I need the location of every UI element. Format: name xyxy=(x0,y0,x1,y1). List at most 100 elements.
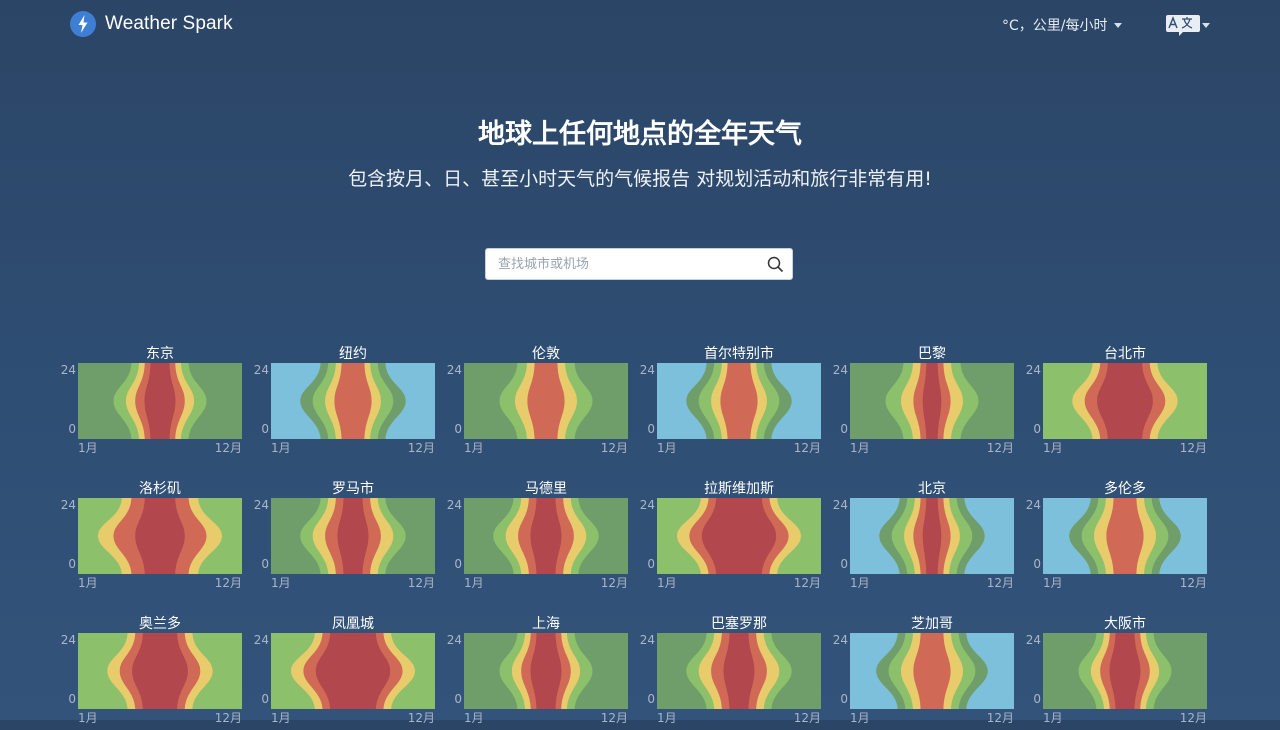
x-axis-end-label: 12月 xyxy=(407,711,435,725)
climate-heatmap xyxy=(850,633,1014,709)
city-name: 奥兰多 xyxy=(139,616,181,632)
y-axis-top-label: 24 xyxy=(1025,633,1041,647)
x-axis-start-label: 1月 xyxy=(657,576,677,590)
city-card[interactable]: 纽约 24 0 1月 12月 xyxy=(249,340,435,460)
x-axis-start-label: 1月 xyxy=(78,576,98,590)
city-card[interactable]: 马德里 24 0 1月 12月 xyxy=(442,475,628,595)
y-axis-bottom-label: 0 xyxy=(1033,692,1041,706)
x-axis-start-label: 1月 xyxy=(271,576,291,590)
x-axis-end-label: 12月 xyxy=(600,441,628,455)
y-axis-bottom-label: 0 xyxy=(1033,557,1041,571)
x-axis-end-label: 12月 xyxy=(600,576,628,590)
page-subtitle: 包含按月、日、甚至小时天气的气候报告 对规划活动和旅行非常有用! xyxy=(348,168,932,190)
climate-heatmap xyxy=(657,633,821,709)
x-axis-start-label: 1月 xyxy=(1043,711,1063,725)
climate-heatmap xyxy=(271,633,435,709)
city-card[interactable]: 北京 24 0 1月 12月 xyxy=(828,475,1014,595)
city-card[interactable]: 大阪市 24 0 1月 12月 xyxy=(1021,610,1207,730)
city-card[interactable]: 台北市 24 0 1月 12月 xyxy=(1021,340,1207,460)
city-card[interactable]: 拉斯维加斯 24 0 1月 12月 xyxy=(635,475,821,595)
city-card[interactable]: 巴塞罗那 24 0 1月 12月 xyxy=(635,610,821,730)
x-axis-end-label: 12月 xyxy=(793,711,821,725)
y-axis-top-label: 24 xyxy=(446,363,462,377)
search-icon[interactable] xyxy=(767,256,784,273)
y-axis-top-label: 24 xyxy=(253,498,269,512)
x-axis-start-label: 1月 xyxy=(78,441,98,455)
x-axis-end-label: 12月 xyxy=(986,576,1014,590)
city-card[interactable]: 罗马市 24 0 1月 12月 xyxy=(249,475,435,595)
x-axis-start-label: 1月 xyxy=(271,711,291,725)
units-dropdown[interactable]: °C，公里/每小时 xyxy=(1002,15,1122,35)
search-box xyxy=(485,248,793,280)
city-card[interactable]: 东京 24 0 1月 12月 xyxy=(56,340,242,460)
logo-text: Weather Spark xyxy=(105,13,233,34)
y-axis-top-label: 24 xyxy=(253,633,269,647)
x-axis-end-label: 12月 xyxy=(214,711,242,725)
y-axis-top-label: 24 xyxy=(639,633,655,647)
lightning-logo-icon xyxy=(70,11,96,37)
climate-heatmap xyxy=(1043,633,1207,709)
y-axis-bottom-label: 0 xyxy=(454,422,462,436)
y-axis-top-label: 24 xyxy=(832,633,848,647)
climate-heatmap xyxy=(464,633,628,709)
city-card[interactable]: 多伦多 24 0 1月 12月 xyxy=(1021,475,1207,595)
city-card[interactable]: 巴黎 24 0 1月 12月 xyxy=(828,340,1014,460)
climate-heatmap xyxy=(850,363,1014,439)
city-card[interactable]: 上海 24 0 1月 12月 xyxy=(442,610,628,730)
x-axis-start-label: 1月 xyxy=(1043,576,1063,590)
units-label: °C，公里/每小时 xyxy=(1002,18,1108,34)
y-axis-top-label: 24 xyxy=(60,633,76,647)
climate-heatmap xyxy=(78,498,242,574)
x-axis-start-label: 1月 xyxy=(78,711,98,725)
x-axis-start-label: 1月 xyxy=(850,441,870,455)
city-card[interactable]: 洛杉矶 24 0 1月 12月 xyxy=(56,475,242,595)
y-axis-bottom-label: 0 xyxy=(261,422,269,436)
y-axis-bottom-label: 0 xyxy=(68,422,76,436)
city-card[interactable]: 凤凰城 24 0 1月 12月 xyxy=(249,610,435,730)
y-axis-bottom-label: 0 xyxy=(647,557,655,571)
x-axis-start-label: 1月 xyxy=(464,576,484,590)
city-card[interactable]: 伦敦 24 0 1月 12月 xyxy=(442,340,628,460)
city-name: 凤凰城 xyxy=(332,616,374,632)
logo-link[interactable]: Weather Spark xyxy=(70,11,233,37)
top-bar: Weather Spark °C，公里/每小时 xyxy=(0,0,1280,48)
city-name: 首尔特别市 xyxy=(704,346,774,362)
city-name: 洛杉矶 xyxy=(139,481,181,497)
translate-icon xyxy=(1166,15,1200,36)
city-card[interactable]: 首尔特别市 24 0 1月 12月 xyxy=(635,340,821,460)
y-axis-top-label: 24 xyxy=(253,363,269,377)
climate-heatmap xyxy=(464,363,628,439)
city-name: 上海 xyxy=(532,616,560,632)
x-axis-start-label: 1月 xyxy=(464,441,484,455)
y-axis-top-label: 24 xyxy=(60,363,76,377)
x-axis-start-label: 1月 xyxy=(1043,441,1063,455)
city-name: 北京 xyxy=(918,481,946,497)
y-axis-bottom-label: 0 xyxy=(840,557,848,571)
x-axis-start-label: 1月 xyxy=(850,576,870,590)
x-axis-end-label: 12月 xyxy=(214,576,242,590)
city-card[interactable]: 奥兰多 24 0 1月 12月 xyxy=(56,610,242,730)
climate-heatmap xyxy=(271,498,435,574)
city-card[interactable]: 芝加哥 24 0 1月 12月 xyxy=(828,610,1014,730)
x-axis-start-label: 1月 xyxy=(850,711,870,725)
y-axis-bottom-label: 0 xyxy=(454,692,462,706)
y-axis-top-label: 24 xyxy=(832,363,848,377)
city-name: 东京 xyxy=(146,346,174,362)
x-axis-end-label: 12月 xyxy=(986,711,1014,725)
search-input[interactable] xyxy=(486,249,768,279)
language-button[interactable] xyxy=(1166,12,1210,38)
y-axis-top-label: 24 xyxy=(639,498,655,512)
x-axis-start-label: 1月 xyxy=(657,441,677,455)
y-axis-bottom-label: 0 xyxy=(840,422,848,436)
city-name: 马德里 xyxy=(525,481,567,497)
city-name: 巴塞罗那 xyxy=(711,616,767,632)
y-axis-top-label: 24 xyxy=(1025,363,1041,377)
climate-heatmap xyxy=(78,633,242,709)
climate-heatmap xyxy=(1043,363,1207,439)
city-name: 纽约 xyxy=(339,346,367,362)
y-axis-top-label: 24 xyxy=(832,498,848,512)
city-name: 芝加哥 xyxy=(911,616,953,632)
y-axis-bottom-label: 0 xyxy=(454,557,462,571)
x-axis-end-label: 12月 xyxy=(600,711,628,725)
y-axis-bottom-label: 0 xyxy=(647,692,655,706)
